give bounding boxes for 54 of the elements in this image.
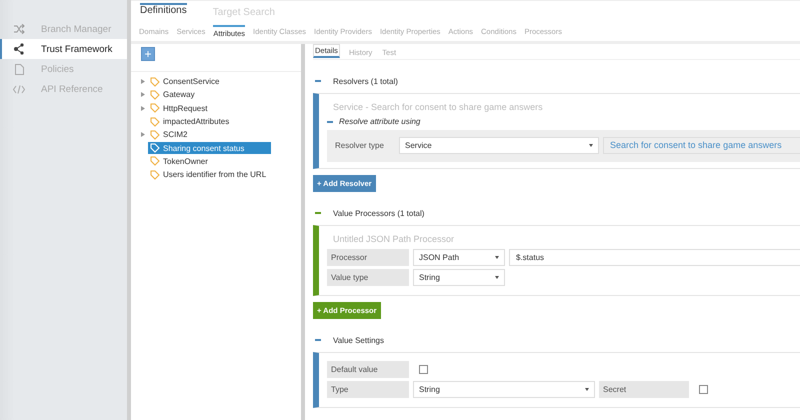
tag-icon <box>150 156 160 166</box>
caret-icon <box>495 276 499 279</box>
expand-arrow-icon[interactable] <box>141 79 145 84</box>
input-field[interactable]: Search for consent to share game answers <box>603 137 800 154</box>
tag-icon <box>150 143 160 154</box>
caret-icon <box>589 144 593 147</box>
card-title: Untitled JSON Path Processor <box>333 234 456 244</box>
tree-item[interactable]: SCIM2 <box>148 128 190 141</box>
add-button[interactable]: + <box>141 47 155 61</box>
tag-icon <box>150 103 160 114</box>
tag-icon <box>150 130 160 140</box>
tree-item[interactable]: TokenOwner <box>148 155 211 168</box>
input-field[interactable]: $.status <box>509 249 800 266</box>
tag-icon <box>150 90 160 100</box>
expand-arrow-icon[interactable] <box>141 106 145 111</box>
top-tab[interactable]: Definitions <box>140 3 187 17</box>
field-label: Default value <box>327 361 409 378</box>
field-label: Processor <box>327 249 409 266</box>
field-label: Value type <box>327 269 409 286</box>
tree-item[interactable]: ConsentService <box>148 76 222 88</box>
sidebar-item[interactable]: API Reference <box>0 79 127 99</box>
tree-item[interactable]: Users identifier from the URL <box>148 168 270 181</box>
field-label: Secret <box>599 381 689 398</box>
caret-icon <box>495 256 499 259</box>
section-title: Value Processors (1 total) <box>333 208 424 218</box>
sidebar-item[interactable]: Trust Framework <box>0 39 127 59</box>
field-label: Resolver type <box>334 140 385 152</box>
subheading: Resolve attribute using <box>339 117 420 126</box>
tree-item[interactable]: impactedAttributes <box>148 116 232 128</box>
shuffle-icon <box>13 24 25 34</box>
checkbox[interactable] <box>419 365 428 374</box>
tree-item[interactable]: Sharing consent status <box>148 142 271 154</box>
tag-icon <box>150 76 160 87</box>
expand-arrow-icon[interactable] <box>141 132 145 138</box>
checkbox[interactable] <box>699 385 708 394</box>
section-title: Value Settings <box>333 336 384 344</box>
tree-item[interactable]: Gateway <box>148 88 198 101</box>
select-field[interactable]: String <box>413 381 595 398</box>
card-title: Service - Search for consent to share game answers <box>333 102 544 112</box>
sidebar-item[interactable]: Policies <box>0 59 127 79</box>
select-field[interactable]: JSON Path <box>413 249 505 266</box>
code-icon <box>13 84 25 94</box>
field-label: Type <box>327 381 409 398</box>
document-icon <box>14 64 24 74</box>
share-icon <box>13 43 25 55</box>
sidebar-item[interactable]: Branch Manager <box>0 19 127 39</box>
tag-icon <box>150 170 160 180</box>
select-field[interactable]: Service <box>399 137 599 154</box>
section-title: Resolvers (1 total) <box>333 76 398 86</box>
select-field[interactable]: String <box>413 269 505 286</box>
caret-icon <box>585 388 589 391</box>
tag-icon <box>150 116 160 127</box>
tree-item[interactable]: HttpRequest <box>148 102 210 114</box>
expand-arrow-icon[interactable] <box>141 92 145 98</box>
